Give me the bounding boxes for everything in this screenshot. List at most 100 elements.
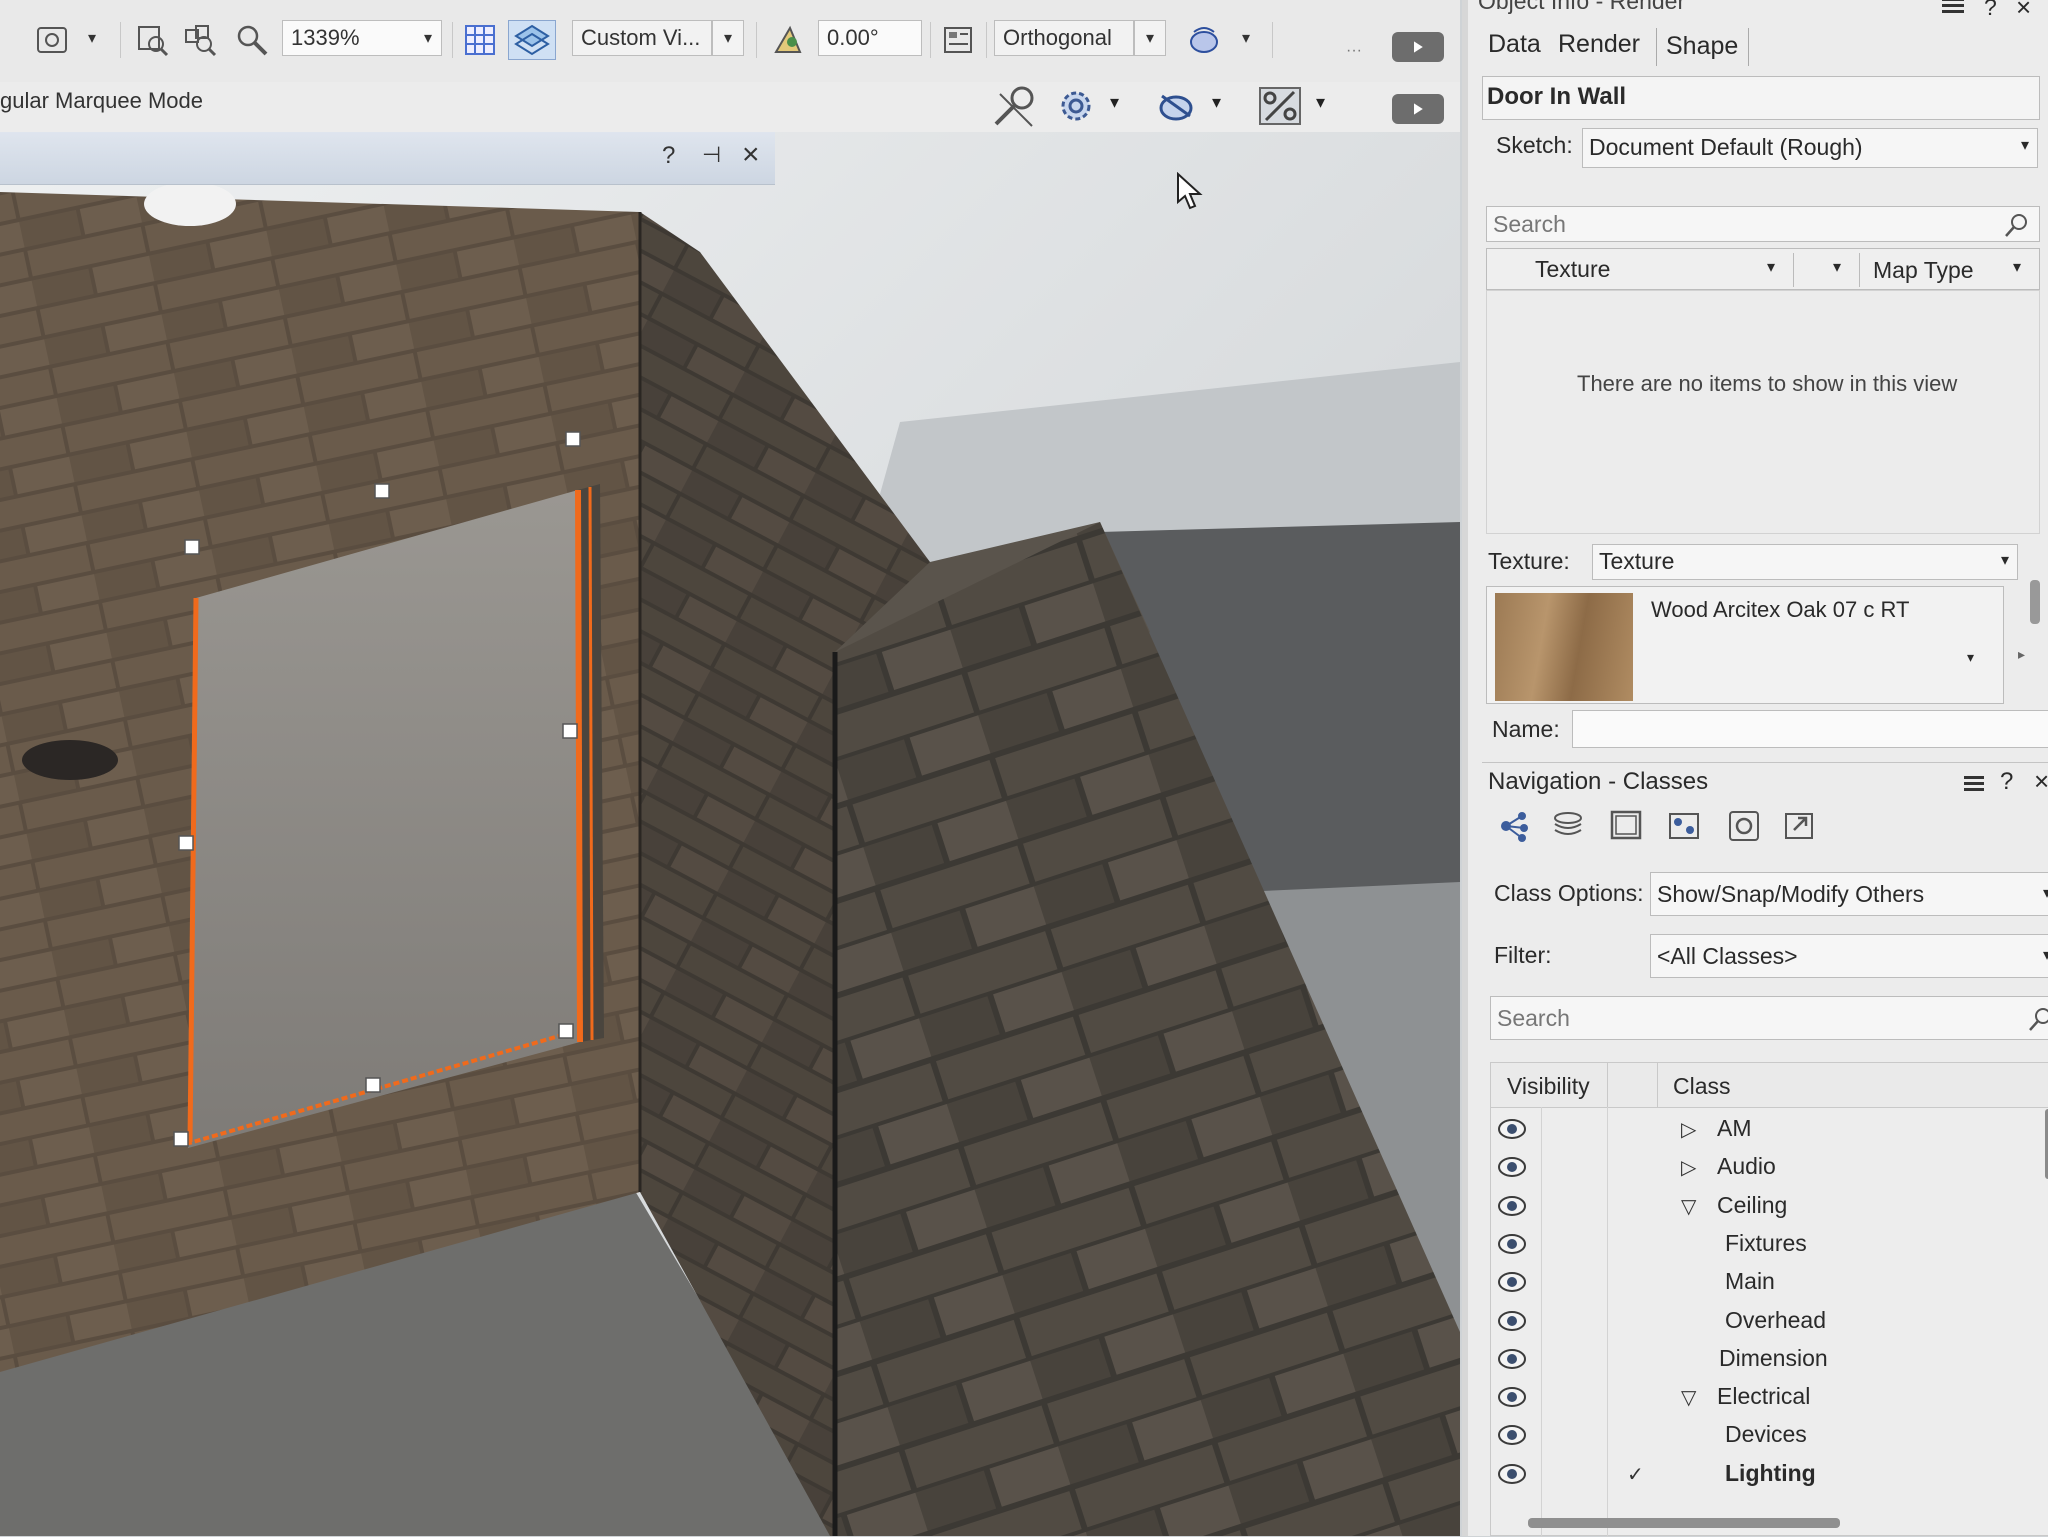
play-secondary-icon[interactable] bbox=[1392, 94, 1444, 124]
eye-icon[interactable] bbox=[1497, 1385, 1527, 1409]
zoom-fit-icon[interactable] bbox=[132, 18, 172, 62]
col-class[interactable]: Class bbox=[1673, 1073, 1731, 1100]
drawing-viewport[interactable] bbox=[0, 132, 1460, 1536]
eye-icon[interactable] bbox=[1497, 1155, 1527, 1179]
render-mode-icon[interactable] bbox=[30, 18, 74, 62]
texture-next-icon[interactable]: ▸ bbox=[2018, 646, 2025, 663]
nav-saved-views-icon[interactable] bbox=[1724, 808, 1764, 849]
settings-dropdown-icon[interactable]: ▾ bbox=[1110, 92, 1119, 113]
class-row[interactable]: ▽ Ceiling bbox=[1491, 1188, 2048, 1226]
tab-render[interactable]: Render bbox=[1558, 30, 1640, 59]
play-icon[interactable] bbox=[1392, 32, 1444, 62]
class-name: Audio bbox=[1717, 1153, 1776, 1180]
floating-palette-titlebar[interactable]: ? ⊣ × bbox=[0, 132, 775, 185]
nav-help-icon[interactable]: ? bbox=[2000, 768, 2013, 796]
palette-help-button[interactable]: ? bbox=[662, 142, 675, 170]
grid-icon[interactable] bbox=[460, 18, 500, 62]
panel-scrollbar-thumb[interactable] bbox=[2030, 580, 2040, 624]
nav-sheets-icon[interactable] bbox=[1606, 808, 1646, 849]
close-icon[interactable]: × bbox=[2016, 0, 2031, 23]
col-map-type-sort-icon[interactable]: ▾ bbox=[2013, 257, 2021, 277]
texture-preview-box[interactable]: Wood Arcitex Oak 07 c RT ▾ bbox=[1486, 586, 2004, 704]
nav-hamburger-menu-icon[interactable] bbox=[1964, 774, 1988, 799]
eye-icon[interactable] bbox=[1497, 1309, 1527, 1333]
angle-snap-icon[interactable] bbox=[768, 18, 808, 62]
col-texture-sort-icon[interactable]: ▾ bbox=[1767, 257, 1775, 277]
class-name: Lighting bbox=[1725, 1459, 1816, 1486]
zoom-objects-icon[interactable] bbox=[180, 18, 220, 62]
working-plane-icon[interactable] bbox=[508, 20, 556, 60]
filter-select[interactable]: <All Classes> ▾ bbox=[1650, 934, 2048, 978]
sketch-select[interactable]: Document Default (Rough) ▾ bbox=[1582, 128, 2038, 168]
filter-value: <All Classes> bbox=[1657, 943, 1798, 969]
class-search-input[interactable]: Search bbox=[1490, 996, 2048, 1040]
class-row[interactable]: ✓ Lighting bbox=[1491, 1456, 2048, 1494]
eye-icon[interactable] bbox=[1497, 1194, 1527, 1218]
class-row[interactable]: Devices bbox=[1491, 1417, 2048, 1455]
hamburger-menu-icon[interactable] bbox=[1942, 0, 1972, 18]
class-row[interactable]: ▷ AM bbox=[1491, 1111, 2048, 1149]
walkthrough-icon[interactable] bbox=[988, 82, 1044, 130]
palette-close-button[interactable]: × bbox=[742, 138, 760, 172]
projection-dropdown-icon[interactable]: ▾ bbox=[1134, 20, 1166, 56]
palette-pin-button[interactable]: ⊣ bbox=[702, 142, 721, 168]
rotate-dropdown-icon[interactable]: ▾ bbox=[1212, 92, 1221, 113]
nav-layers-icon[interactable] bbox=[1548, 808, 1588, 849]
col-map-type[interactable]: Map Type bbox=[1873, 257, 1974, 284]
view-select[interactable]: Custom Vi... bbox=[572, 20, 712, 56]
nav-classes-icon[interactable] bbox=[1496, 808, 1536, 849]
col-visibility[interactable]: Visibility bbox=[1507, 1073, 1590, 1100]
sketch-dropdown-icon: ▾ bbox=[2020, 137, 2029, 154]
flyover-dropdown-icon[interactable]: ▾ bbox=[1230, 20, 1262, 56]
render-mode-dropdown-icon[interactable]: ▾ bbox=[76, 20, 108, 56]
zoom-dropdown-icon[interactable]: ▾ bbox=[412, 20, 444, 56]
rotate-view-icon[interactable] bbox=[1152, 82, 1202, 130]
navigation-title: Navigation - Classes bbox=[1488, 768, 1709, 795]
col-texture[interactable]: Texture bbox=[1535, 256, 1610, 283]
magnifier-icon[interactable] bbox=[232, 18, 272, 62]
class-row[interactable]: Fixtures bbox=[1491, 1226, 2048, 1264]
empty-list-message: There are no items to show in this view bbox=[1577, 371, 1958, 396]
class-row[interactable]: Overhead bbox=[1491, 1303, 2048, 1341]
collapse-icon[interactable]: ▽ bbox=[1681, 1194, 1696, 1219]
eye-icon[interactable] bbox=[1497, 1347, 1527, 1371]
name-label: Name: bbox=[1492, 716, 1560, 742]
eye-icon[interactable] bbox=[1497, 1423, 1527, 1447]
help-icon[interactable]: ? bbox=[1984, 0, 1997, 21]
tab-data[interactable]: Data bbox=[1488, 30, 1541, 59]
nav-viewports-icon[interactable] bbox=[1664, 808, 1704, 849]
texture-preview-dropdown-icon[interactable]: ▾ bbox=[1967, 649, 1974, 666]
nav-references-icon[interactable] bbox=[1780, 808, 1820, 849]
texture-search-input[interactable]: Search bbox=[1486, 206, 2040, 242]
nav-close-icon[interactable]: × bbox=[2034, 766, 2048, 797]
eye-icon[interactable] bbox=[1497, 1232, 1527, 1256]
view-dropdown-icon[interactable]: ▾ bbox=[712, 20, 744, 56]
class-row[interactable]: Dimension bbox=[1491, 1341, 2048, 1379]
eye-icon[interactable] bbox=[1497, 1462, 1527, 1486]
expand-icon[interactable]: ▷ bbox=[1681, 1117, 1696, 1142]
texture-select[interactable]: Texture ▾ bbox=[1592, 544, 2018, 580]
class-table-header: Visibility Class bbox=[1491, 1063, 2048, 1108]
class-name: Fixtures bbox=[1725, 1229, 1807, 1256]
percent-dropdown-icon[interactable]: ▾ bbox=[1316, 92, 1325, 113]
name-input[interactable] bbox=[1572, 710, 2048, 748]
class-name: Ceiling bbox=[1717, 1191, 1788, 1218]
page-layout-icon[interactable] bbox=[938, 18, 978, 62]
horizontal-scrollbar[interactable] bbox=[1528, 1518, 1840, 1528]
tab-shape[interactable]: Shape bbox=[1666, 32, 1738, 61]
projection-select[interactable]: Orthogonal bbox=[994, 20, 1134, 56]
eye-icon[interactable] bbox=[1497, 1270, 1527, 1294]
expand-icon[interactable]: ▷ bbox=[1681, 1155, 1696, 1180]
settings-gear-icon[interactable] bbox=[1052, 82, 1102, 130]
class-row[interactable]: ▽ Electrical bbox=[1491, 1379, 2048, 1417]
class-row[interactable]: Main bbox=[1491, 1264, 2048, 1302]
class-options-select[interactable]: Show/Snap/Modify Others ▾ bbox=[1650, 872, 2048, 916]
checkmark-icon[interactable]: ✓ bbox=[1627, 1462, 1644, 1487]
eye-icon[interactable] bbox=[1497, 1117, 1527, 1141]
class-row[interactable]: ▷ Audio bbox=[1491, 1149, 2048, 1187]
angle-field[interactable]: 0.00° bbox=[818, 20, 922, 56]
collapse-icon[interactable]: ▽ bbox=[1681, 1385, 1696, 1410]
percent-snap-icon[interactable] bbox=[1256, 82, 1306, 130]
col-mid-sort-icon[interactable]: ▾ bbox=[1833, 257, 1841, 277]
flyover-icon[interactable] bbox=[1180, 18, 1228, 62]
